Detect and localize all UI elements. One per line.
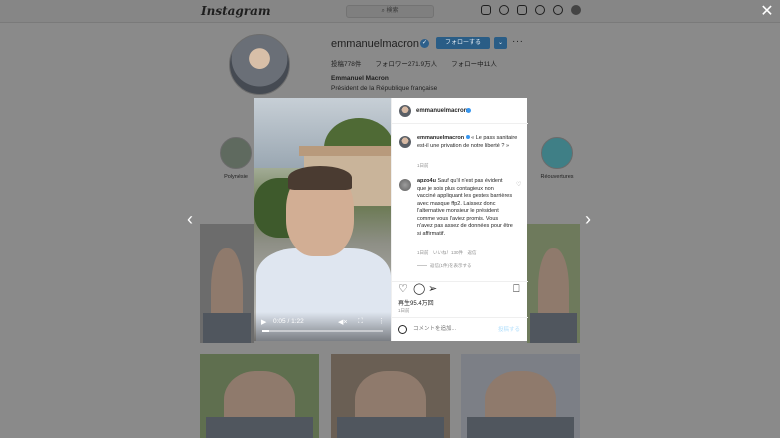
comment-bubble-icon[interactable]: ◯ bbox=[413, 284, 425, 295]
post-side-panel: emmanuelmacron emmanuelmacron « Le pass … bbox=[391, 98, 528, 341]
search-placeholder: 検索 bbox=[386, 8, 399, 14]
video-time: 0:05 / 1:22 bbox=[273, 318, 304, 325]
post-header: emmanuelmacron bbox=[392, 98, 528, 124]
caption: emmanuelmacron « Le pass sanitaire est-i… bbox=[417, 135, 525, 150]
grid-post[interactable] bbox=[200, 354, 319, 438]
previous-post-arrow-icon[interactable]: ‹ bbox=[187, 210, 193, 228]
video-player[interactable]: ▶ 0:05 / 1:22 ◀× ⛶ ⋮ bbox=[254, 98, 391, 341]
search-input[interactable]: ⌕ 検索 bbox=[346, 5, 434, 18]
post-comment-button[interactable]: 投稿する bbox=[498, 325, 520, 333]
explore-compass-icon[interactable] bbox=[535, 5, 545, 15]
post-date: 1日前 bbox=[398, 308, 410, 313]
header-username[interactable]: emmanuelmacron bbox=[416, 108, 467, 114]
video-menu-icon[interactable]: ⋮ bbox=[378, 317, 385, 325]
home-icon[interactable] bbox=[481, 5, 491, 15]
comment-text: Sauf qu'il n'est pas évident que je sois… bbox=[417, 178, 513, 237]
messenger-icon[interactable] bbox=[499, 5, 509, 15]
grid-post[interactable] bbox=[200, 224, 254, 343]
highlight-polynesie[interactable] bbox=[220, 137, 252, 169]
caption-verified-icon bbox=[465, 135, 470, 139]
close-modal-icon[interactable]: ✕ bbox=[760, 4, 774, 20]
emoji-icon[interactable] bbox=[398, 325, 407, 334]
more-options-icon[interactable]: ··· bbox=[512, 36, 524, 47]
video-progress-bar[interactable] bbox=[262, 330, 383, 332]
verified-badge-icon: ✓ bbox=[420, 39, 429, 48]
nav-icons bbox=[481, 5, 581, 15]
save-bookmark-icon[interactable]: ⎕ bbox=[513, 284, 520, 295]
next-post-arrow-icon[interactable]: › bbox=[585, 210, 591, 228]
avatar[interactable] bbox=[399, 136, 411, 148]
profile-stats: 投稿778件 フォロワー271.9万人 フォロー中11人 bbox=[331, 58, 497, 68]
view-count[interactable]: 再生95.4万回 bbox=[398, 298, 434, 307]
video-progress-fill bbox=[262, 330, 270, 332]
grid-post[interactable] bbox=[331, 354, 450, 438]
suggested-chevron-button[interactable]: ⌄ bbox=[494, 37, 507, 49]
comment-input[interactable] bbox=[413, 323, 493, 335]
grid-post[interactable] bbox=[527, 224, 580, 343]
like-heart-icon[interactable]: ♡ bbox=[398, 284, 408, 295]
comment-username[interactable]: apzo4u bbox=[417, 178, 436, 184]
verified-badge-icon bbox=[466, 108, 471, 113]
comment: apzo4u Sauf qu'il n'est pas évident que … bbox=[417, 178, 513, 238]
profile-username: emmanuelmacron bbox=[331, 38, 420, 50]
play-icon[interactable]: ▶ bbox=[261, 318, 266, 326]
top-navigation-bar: Instagram ⌕ 検索 bbox=[0, 0, 780, 23]
profile-avatar[interactable] bbox=[229, 34, 290, 95]
view-replies-link[interactable]: 返信(1件)を表示する bbox=[417, 263, 472, 269]
video-controls bbox=[254, 312, 391, 341]
heart-activity-icon[interactable] bbox=[553, 5, 563, 15]
share-send-icon[interactable]: ➢ bbox=[428, 284, 437, 295]
view-replies-label: 返信(1件)を表示する bbox=[430, 263, 472, 268]
profile-bio: Président de la République française bbox=[331, 85, 438, 92]
posts-count: 投稿778件 bbox=[331, 61, 362, 68]
caption-age: 1日前 bbox=[417, 163, 429, 168]
highlight-label: Réouvertures bbox=[540, 174, 574, 180]
instagram-logo[interactable]: Instagram bbox=[201, 4, 271, 18]
follow-button[interactable]: フォローする bbox=[436, 37, 490, 49]
comment-like-heart-icon[interactable]: ♡ bbox=[516, 181, 521, 188]
profile-display-name: Emmanuel Macron bbox=[331, 75, 389, 82]
add-comment-bar: 投稿する bbox=[392, 317, 528, 341]
followers-count[interactable]: フォロワー271.9万人 bbox=[375, 58, 437, 68]
avatar[interactable] bbox=[399, 105, 411, 117]
new-post-icon[interactable] bbox=[517, 5, 527, 15]
highlight-reouvertures[interactable] bbox=[541, 137, 573, 169]
post-modal: ▶ 0:05 / 1:22 ◀× ⛶ ⋮ emmanuelmacron emma… bbox=[254, 98, 528, 341]
following-count[interactable]: フォロー中11人 bbox=[451, 58, 497, 68]
grid-post[interactable] bbox=[461, 354, 580, 438]
mute-icon[interactable]: ◀× bbox=[338, 318, 347, 326]
user-avatar-icon[interactable] bbox=[571, 5, 581, 15]
comment-meta[interactable]: 1日前 いいね！130件 返信 bbox=[417, 250, 477, 256]
fullscreen-icon[interactable]: ⛶ bbox=[358, 318, 363, 326]
avatar[interactable] bbox=[399, 179, 411, 191]
caption-username[interactable]: emmanuelmacron bbox=[417, 135, 464, 141]
divider bbox=[392, 281, 528, 282]
